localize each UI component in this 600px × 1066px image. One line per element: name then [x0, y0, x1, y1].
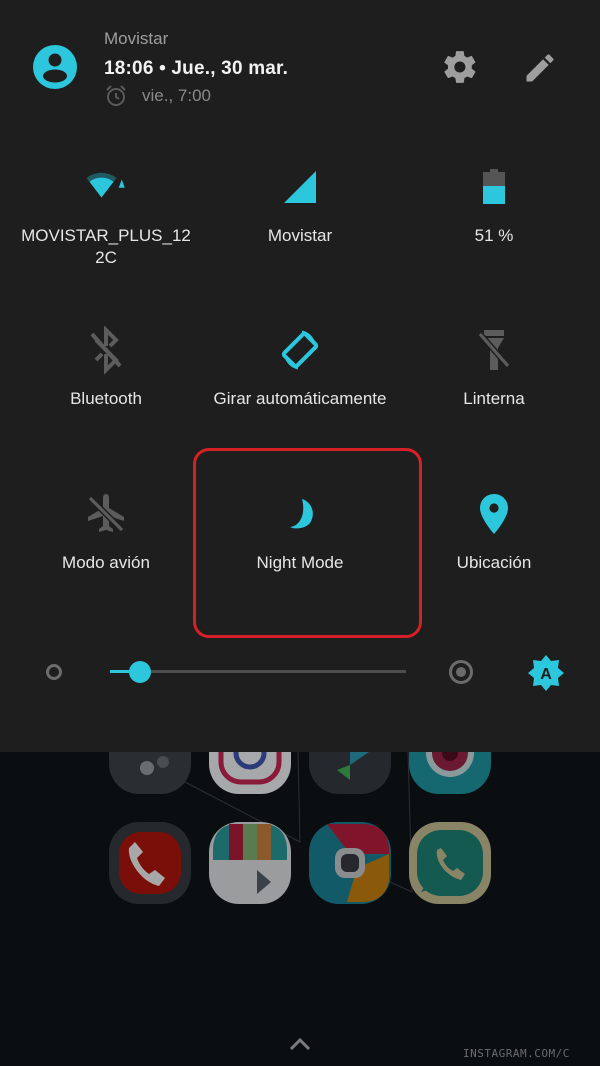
quick-settings-header: Movistar 18:06 • Jue., 30 mar. vie., 7:0… — [0, 0, 600, 130]
brightness-low-icon — [46, 664, 62, 680]
location-pin-icon — [480, 494, 508, 534]
tile-label: Bluetooth — [70, 389, 142, 408]
phone-app[interactable] — [107, 820, 193, 906]
tile-label: 51 % — [474, 226, 514, 245]
home-screen-background — [0, 752, 600, 1066]
airplane-off-icon — [87, 494, 125, 533]
alarm-time: vie., 7:00 — [142, 86, 211, 105]
wallpaper-lines — [184, 752, 413, 893]
auto-brightness-toggle[interactable]: A — [527, 654, 565, 692]
whatsapp-app[interactable] — [407, 820, 493, 906]
bluetooth-off-icon — [90, 326, 122, 374]
tile-airplane-mode[interactable]: Modo avión — [8, 490, 204, 640]
pencil-icon[interactable] — [522, 50, 558, 86]
instagram-app[interactable] — [207, 752, 293, 796]
tile-label: Linterna — [463, 389, 525, 408]
gear-icon[interactable] — [441, 48, 479, 86]
tile-label: MOVISTAR_PLUS_12 2C — [21, 226, 191, 267]
photos-app[interactable] — [307, 752, 393, 796]
tile-flashlight[interactable]: Linterna — [396, 326, 592, 476]
quick-settings-panel: Movistar 18:06 • Jue., 30 mar. vie., 7:0… — [0, 0, 600, 752]
tile-label: Girar automáticamente — [213, 389, 387, 408]
chrome-app[interactable] — [307, 820, 393, 906]
brightness-high-icon — [449, 660, 473, 684]
auto-brightness-label: A — [540, 666, 552, 683]
flashlight-off-icon — [477, 330, 511, 370]
tile-battery[interactable]: 51 % — [396, 163, 592, 313]
tile-location[interactable]: Ubicación — [396, 490, 592, 640]
play-store-app[interactable] — [207, 820, 293, 906]
carrier-name: Movistar — [104, 29, 169, 48]
next-alarm[interactable]: vie., 7:00 — [104, 84, 211, 108]
cell-signal-icon — [284, 171, 316, 203]
tile-wifi[interactable]: MOVISTAR_PLUS_12 2C — [8, 163, 204, 313]
tile-bluetooth[interactable]: Bluetooth — [8, 326, 204, 476]
chevron-up-icon[interactable] — [288, 1036, 312, 1052]
account-circle-icon[interactable] — [33, 45, 77, 89]
brightness-slider-thumb[interactable] — [128, 661, 151, 683]
alarm-clock-icon — [106, 85, 126, 106]
wifi-icon — [86, 172, 125, 198]
night-mode-highlight-box — [193, 448, 422, 638]
auto-rotate-icon — [281, 330, 319, 370]
tile-label: Movistar — [267, 226, 333, 245]
brightness-slider[interactable] — [110, 661, 406, 683]
watermark: INSTAGRAM.COM/C — [463, 1047, 570, 1060]
camera-app[interactable] — [407, 752, 493, 796]
tile-label: Modo avión — [62, 553, 150, 572]
battery-icon — [483, 169, 505, 204]
date-time[interactable]: 18:06 • Jue., 30 mar. — [104, 58, 288, 80]
settings-app[interactable] — [107, 752, 193, 796]
tile-label: Ubicación — [456, 553, 532, 572]
brightness-control: A — [0, 650, 600, 694]
tile-cellular[interactable]: Movistar — [202, 163, 398, 313]
